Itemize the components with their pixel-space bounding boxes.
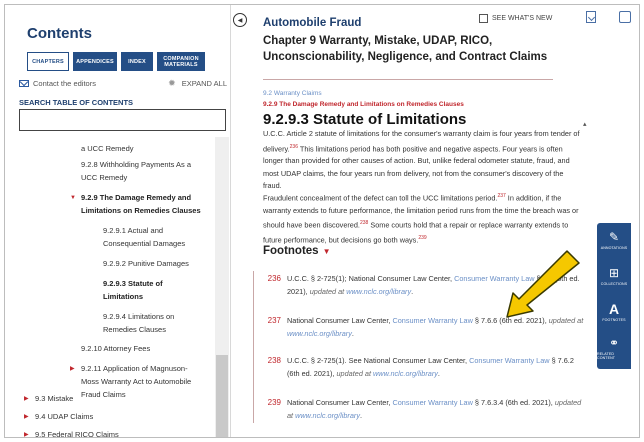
toc-item-active[interactable]: 9.2.9.3 Statute of xyxy=(103,278,163,290)
footnote-item: 239 National Consumer Law Center, Consum… xyxy=(259,397,587,422)
caret-down-icon: ▼ xyxy=(322,247,331,256)
footnote-number: 239 xyxy=(267,398,281,407)
collapse-sidebar-button[interactable]: ◀ xyxy=(233,13,247,27)
related-content-button[interactable]: ⚭ RELATED CONTENT xyxy=(597,331,631,367)
toc-item[interactable]: Moss Warranty Act to Automobile xyxy=(81,376,191,388)
expand-all-button[interactable]: EXPAND ALL xyxy=(182,79,227,88)
caret-up-icon[interactable]: ▴ xyxy=(583,120,587,128)
caret-right-icon: ▶ xyxy=(24,432,29,438)
sidebar-title: Contents xyxy=(27,25,92,42)
footnote-number: 236 xyxy=(267,274,281,283)
toc-item[interactable]: ▶ 9.3 Mistake xyxy=(24,393,73,405)
toc-item[interactable]: ▶ 9.4 UDAP Claims xyxy=(24,411,93,423)
toc-item[interactable]: 9.2.9.4 Limitations on xyxy=(103,311,174,323)
footnote-ref[interactable]: 236 xyxy=(290,144,298,150)
whats-new-toggle[interactable]: SEE WHAT'S NEW xyxy=(479,14,552,23)
caret-right-icon: ▶ xyxy=(70,366,75,372)
toc-item[interactable]: UCC Remedy xyxy=(81,172,127,184)
paragraph: Fraudulent concealment of the defect can… xyxy=(263,193,579,245)
toc-item[interactable]: Remedies Clauses xyxy=(103,324,166,336)
annotation-arrow-icon xyxy=(506,250,580,318)
pencil-icon: ✎ xyxy=(608,230,620,244)
divider xyxy=(263,79,553,80)
whats-new-label: SEE WHAT'S NEW xyxy=(492,15,553,22)
paragraph: U.C.C. Article 2 statute of limitations … xyxy=(263,129,580,191)
contact-row: Contact the editors ✹ EXPAND ALL xyxy=(19,76,227,90)
footnote-number: 237 xyxy=(267,316,281,325)
contact-editors-link[interactable]: Contact the editors xyxy=(33,79,96,88)
toc-item[interactable]: ▶ 9.2.11 Application of Magnuson- xyxy=(70,363,188,375)
checkbox[interactable] xyxy=(479,14,488,23)
right-toolbar: ✎ ANNOTATIONS ⊞ COLLECTIONS A FOOTNOTES … xyxy=(597,223,631,369)
toc-item[interactable]: Consequential Damages xyxy=(103,238,185,250)
book-title: Automobile Fraud xyxy=(263,17,362,29)
footnote-link[interactable]: Consumer Warranty Law xyxy=(469,356,549,365)
footnotes-heading[interactable]: Footnotes ▼ xyxy=(263,245,331,257)
caret-right-icon: ▶ xyxy=(24,396,29,402)
toc-item[interactable]: 9.2.10 Attorney Fees xyxy=(81,343,150,355)
sidebar-scroll-thumb[interactable] xyxy=(216,355,228,437)
caret-down-icon: ▼ xyxy=(70,195,76,201)
tab-appendices[interactable]: APPENDICES xyxy=(73,52,117,71)
footnote-number: 238 xyxy=(267,356,281,365)
toc-item[interactable]: Limitations on Remedies Clauses xyxy=(81,205,201,217)
footnote-ref[interactable]: 239 xyxy=(418,235,426,241)
tab-chapters[interactable]: CHAPTERS xyxy=(27,52,69,71)
footnote-url[interactable]: www.nclc.org/library xyxy=(287,329,352,338)
toc-item[interactable]: Fraud Claims xyxy=(81,389,126,401)
mail-icon[interactable] xyxy=(19,79,29,87)
toc-item[interactable]: 9.2.9.1 Actual and xyxy=(103,225,163,237)
breadcrumb[interactable]: 9.2 Warranty Claims xyxy=(263,90,322,97)
search-toc-input[interactable] xyxy=(19,109,226,131)
toc-item[interactable]: 9.2.9.2 Punitive Damages xyxy=(103,258,189,270)
sidebar-tabs: CHAPTERS APPENDICES INDEX COMPANION MATE… xyxy=(27,52,209,71)
footnote-link[interactable]: Consumer Warranty Law xyxy=(392,398,472,407)
footnote-ref[interactable]: 237 xyxy=(497,193,505,199)
main-content: Automobile Fraud Chapter 9 Warranty, Mis… xyxy=(253,5,596,437)
gear-icon[interactable]: ✹ xyxy=(168,78,176,89)
annotations-button[interactable]: ✎ ANNOTATIONS xyxy=(597,225,631,261)
divider xyxy=(253,271,254,423)
share-icon[interactable] xyxy=(619,11,631,23)
footnote-item: 238 U.C.C. § 2-725(1). See National Cons… xyxy=(259,355,587,380)
link-icon: ⚭ xyxy=(608,336,620,350)
toc-list: a UCC Remedy 9.2.8 Withholding Payments … xyxy=(19,137,215,437)
collections-button[interactable]: ⊞ COLLECTIONS xyxy=(597,261,631,297)
toc-item[interactable]: 9.2.8 Withholding Payments As a xyxy=(81,159,191,171)
bookmark-icon[interactable] xyxy=(586,11,596,23)
sidebar: Contents CHAPTERS APPENDICES INDEX COMPA… xyxy=(5,5,231,437)
section-title: 9.2.9.3 Statute of Limitations xyxy=(263,111,467,128)
tab-index[interactable]: INDEX xyxy=(121,52,153,71)
footnote-url[interactable]: www.nclc.org/library xyxy=(295,411,360,420)
footnote-link[interactable]: Consumer Warranty Law xyxy=(392,316,472,325)
app-frame: Contents CHAPTERS APPENDICES INDEX COMPA… xyxy=(4,4,640,438)
footnote-url[interactable]: www.nclc.org/library xyxy=(373,369,438,378)
footnotes-button[interactable]: A FOOTNOTES xyxy=(597,297,631,333)
tab-companion-materials[interactable]: COMPANION MATERIALS xyxy=(157,52,205,71)
toc-item[interactable]: ▶ 9.5 Federal RICO Claims xyxy=(24,429,119,437)
search-toc-label: SEARCH TABLE OF CONTENTS xyxy=(19,98,134,107)
caret-right-icon: ▶ xyxy=(24,414,29,420)
toc-item[interactable]: a UCC Remedy xyxy=(81,143,134,155)
a-icon: A xyxy=(608,301,620,317)
toc-item-active[interactable]: Limitations xyxy=(103,291,143,303)
grid-icon: ⊞ xyxy=(608,266,620,280)
chapter-title: Chapter 9 Warranty, Mistake, UDAP, RICO,… xyxy=(263,35,548,63)
toc-item-current-parent[interactable]: ▼ 9.2.9 The Damage Remedy and xyxy=(70,192,191,204)
subsection-heading: 9.2.9 The Damage Remedy and Limitations … xyxy=(263,101,464,108)
footnote-url[interactable]: www.nclc.org/library xyxy=(346,287,411,296)
